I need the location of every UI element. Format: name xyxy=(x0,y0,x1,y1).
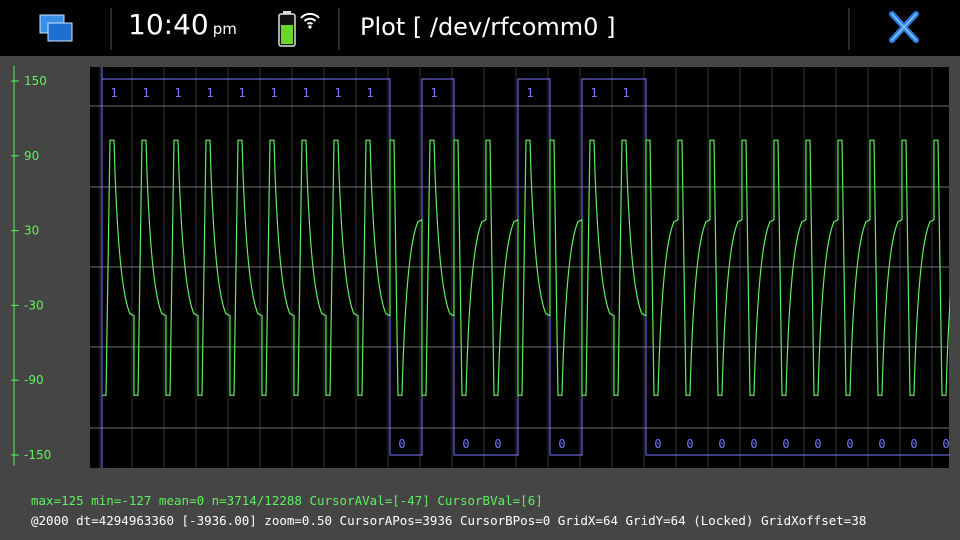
bit-label: 1 xyxy=(302,86,309,100)
bit-label: 0 xyxy=(942,437,949,451)
y-tick-label: 30 xyxy=(24,224,39,238)
y-tick-label: -30 xyxy=(24,298,44,312)
parameters-line: @2000 dt=4294963360 [-3936.00] zoom=0.50… xyxy=(31,513,867,528)
bit-label: 1 xyxy=(174,86,181,100)
y-tick-label: -150 xyxy=(24,448,51,462)
bit-label: 1 xyxy=(526,86,533,100)
task-switcher-button[interactable] xyxy=(0,0,110,56)
bit-label: 1 xyxy=(142,86,149,100)
wifi-signal-icon[interactable] xyxy=(298,10,322,30)
stats-line: max=125 min=-127 mean=0 n=3714/12288 Cur… xyxy=(31,493,543,508)
plot-area[interactable]: 150 90 30 -30 -90 -150 1 1 1 1 1 1 1 1 1 0 1 0 0 1 0 1 1 0 0 0 0 0… xyxy=(10,66,960,526)
bit-label: 0 xyxy=(846,437,853,451)
bit-label: 0 xyxy=(462,437,469,451)
bit-label: 1 xyxy=(110,86,117,100)
y-tick-label: 150 xyxy=(24,74,47,88)
bit-label: 1 xyxy=(238,86,245,100)
bit-label: 0 xyxy=(558,437,565,451)
bit-label: 1 xyxy=(430,86,437,100)
bit-label: 0 xyxy=(750,437,757,451)
bit-label: 0 xyxy=(910,437,917,451)
bit-label: 0 xyxy=(782,437,789,451)
top-bar: 10:40 pm Plot [ /dev/rfcomm0 ] xyxy=(0,0,960,56)
y-axis: 150 90 30 -30 -90 -150 xyxy=(11,66,51,466)
bit-label: 0 xyxy=(686,437,693,451)
plot-canvas[interactable]: 150 90 30 -30 -90 -150 1 1 1 1 1 1 1 1 1 0 1 0 0 1 0 1 1 0 0 0 0 0… xyxy=(10,66,960,526)
separator xyxy=(110,8,112,50)
bit-label: 1 xyxy=(206,86,213,100)
task-switcher-icon xyxy=(39,14,73,42)
bit-label: 1 xyxy=(590,86,597,100)
clock-time: 10:40 xyxy=(128,8,209,41)
bit-label: 1 xyxy=(270,86,277,100)
clock-ampm: pm xyxy=(212,20,237,38)
bit-label: 1 xyxy=(622,86,629,100)
bit-label: 0 xyxy=(718,437,725,451)
separator xyxy=(338,8,340,50)
clock[interactable]: 10:40 pm xyxy=(128,8,237,41)
bit-label: 0 xyxy=(494,437,501,451)
y-tick-label: -90 xyxy=(24,373,44,387)
y-tick-label: 90 xyxy=(24,149,39,163)
close-button[interactable] xyxy=(850,0,960,56)
bit-label: 0 xyxy=(654,437,661,451)
battery-icon[interactable] xyxy=(276,10,298,48)
bit-label: 0 xyxy=(878,437,885,451)
bit-label: 1 xyxy=(366,86,373,100)
bit-label: 1 xyxy=(334,86,341,100)
window-title: Plot [ /dev/rfcomm0 ] xyxy=(360,13,616,41)
bit-label: 0 xyxy=(814,437,821,451)
bit-label: 0 xyxy=(398,437,405,451)
close-icon xyxy=(889,11,919,43)
